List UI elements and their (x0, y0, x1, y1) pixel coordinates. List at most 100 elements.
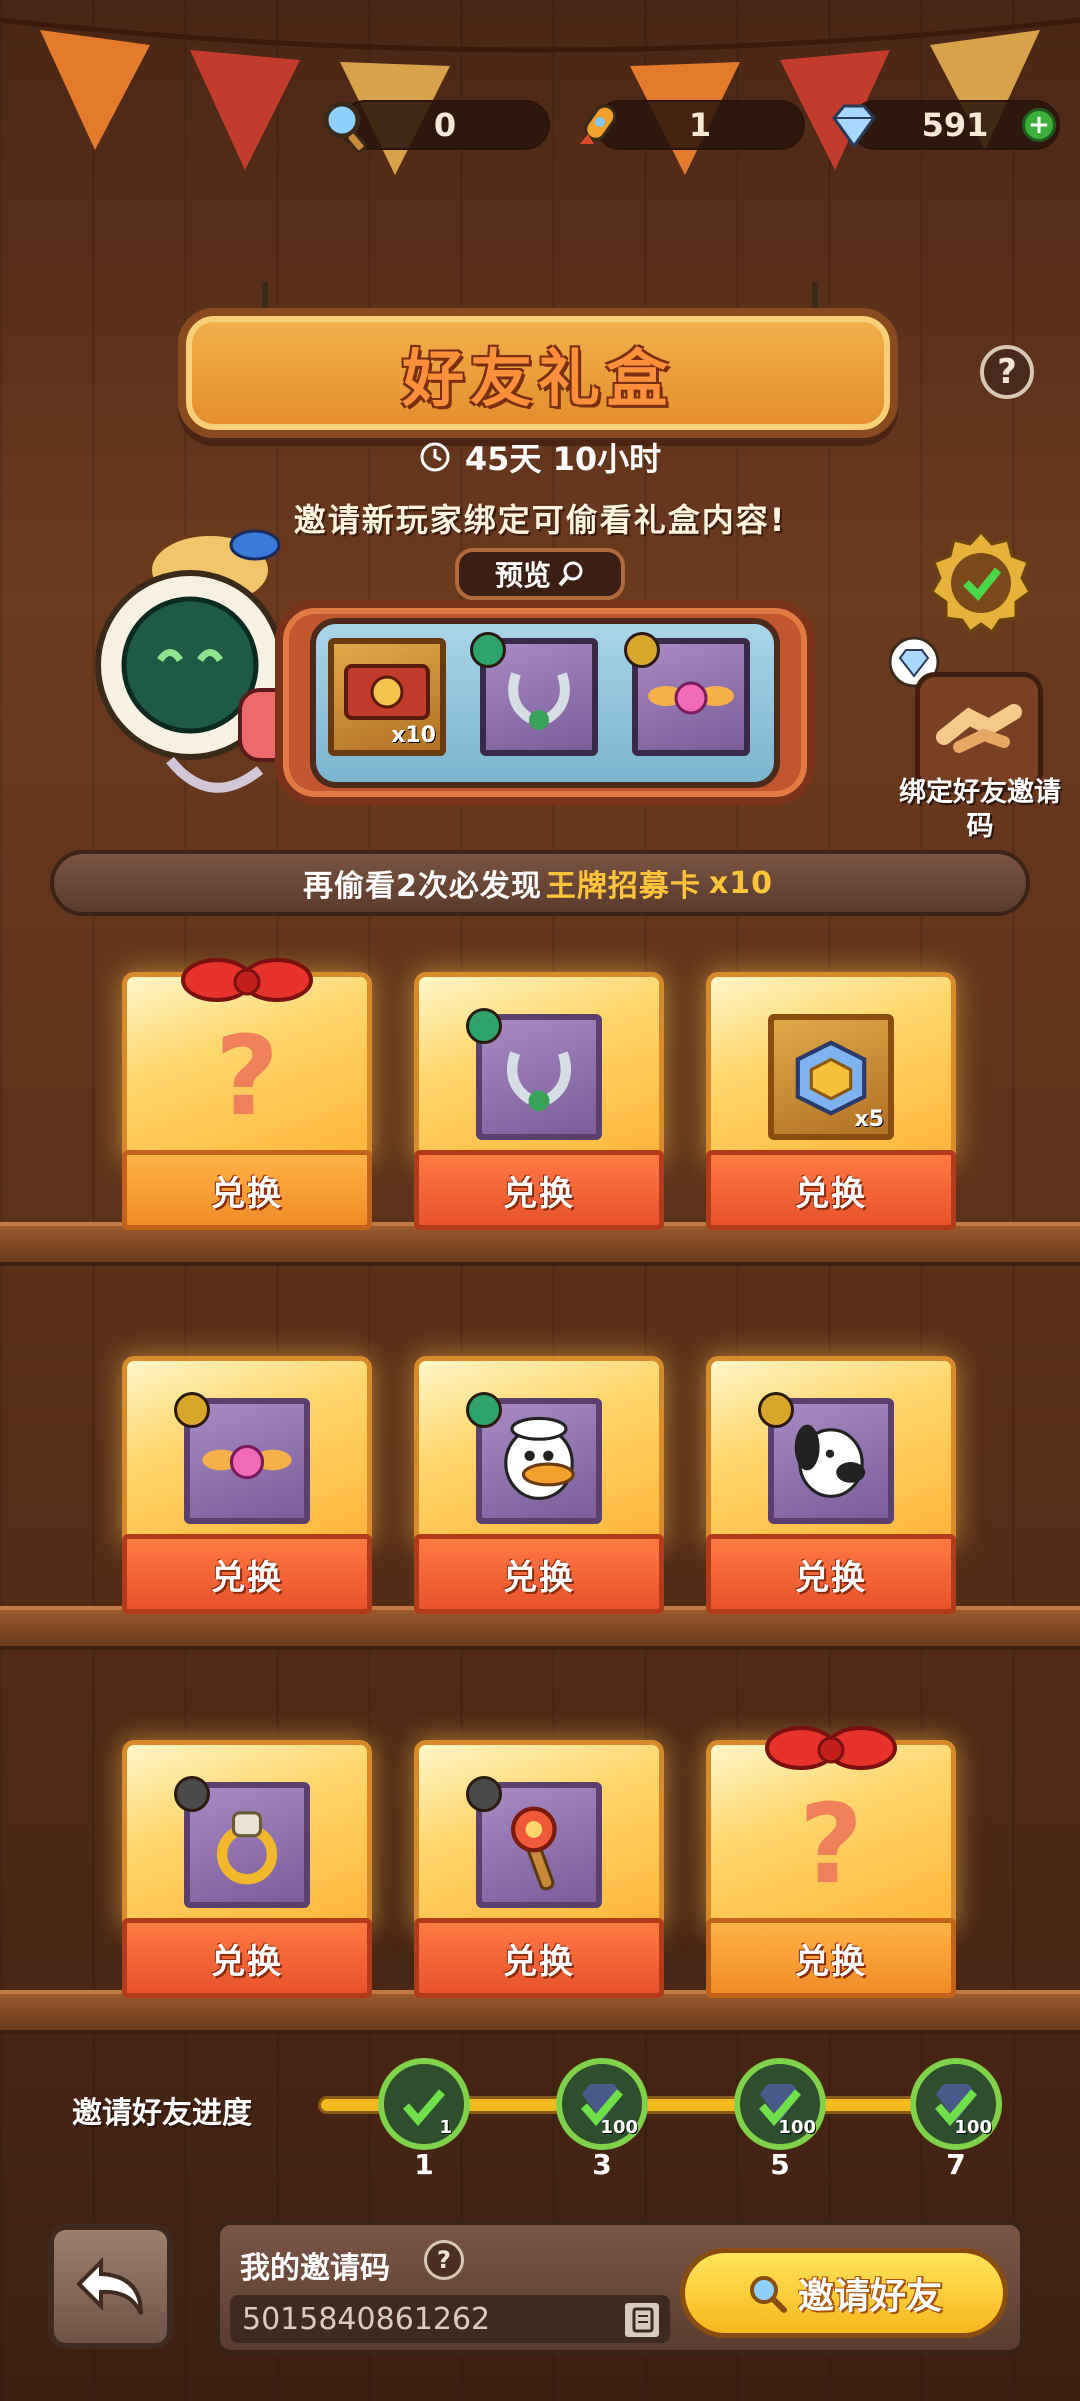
back-arrow-icon (75, 2256, 143, 2315)
currency-rocket-value: 1 (688, 106, 712, 144)
redeem-label: 兑换 (503, 1557, 575, 1598)
milestone-7[interactable]: 100 (910, 2058, 1002, 2150)
redeem-label: 兑换 (795, 1173, 867, 1214)
invite-friend-label: 邀请好友 (797, 2276, 942, 2317)
milestone-qty: 100 (600, 2117, 638, 2138)
gift-box-4[interactable]: 兑换 (122, 1356, 372, 1614)
redeem-label: 兑换 (211, 1173, 283, 1214)
preview-button[interactable]: 预览 (455, 548, 625, 600)
redeem-button[interactable]: 兑换 (122, 1150, 372, 1230)
timer-text: 45天 10小时 (464, 440, 662, 478)
rank-badge-green (466, 1392, 502, 1428)
festive-bunting (0, 17, 1080, 175)
preview-slot-1: x10 (328, 638, 446, 756)
title-plaque: 好友礼盒 (178, 308, 898, 438)
guarantee-prefix: 再偷看2次必发现 (303, 869, 542, 904)
milestone-qty: 1 (439, 2117, 452, 2138)
search-icon (558, 561, 583, 587)
help-button[interactable]: ? (980, 345, 1034, 399)
event-timer: 45天 10小时 (0, 432, 1080, 482)
redeem-button[interactable]: 兑换 (706, 1534, 956, 1614)
redeem-button[interactable]: 兑换 (122, 1534, 372, 1614)
rank-badge-gold (174, 1392, 210, 1428)
invite-code-field[interactable]: 5015840861262 (230, 2295, 670, 2343)
red-bow-icon (181, 958, 313, 1002)
invite-code-help-button[interactable]: ? (424, 2240, 464, 2280)
milestone-5[interactable]: 100 (734, 2058, 826, 2150)
magnifier-icon (323, 101, 367, 154)
handshake-icon (936, 704, 1022, 753)
rank-badge-gray (174, 1776, 210, 1812)
gift-box-2[interactable]: 兑换 (414, 972, 664, 1230)
copy-icon (632, 2307, 654, 2333)
gift-box-1[interactable]: ? 兑换 (122, 958, 372, 1230)
gift-box-6[interactable]: 兑换 (706, 1356, 956, 1614)
copy-code-button[interactable] (622, 2300, 662, 2340)
gift-box-7[interactable]: 兑换 (122, 1740, 372, 1998)
redeem-label: 兑换 (503, 1941, 575, 1982)
milestone-number: 5 (770, 2148, 790, 2181)
item-qty: x5 (854, 1107, 885, 1132)
add-diamond-button[interactable]: + (1022, 108, 1056, 142)
milestone-number: 3 (592, 2148, 612, 2181)
currency-magnifier-value: 0 (433, 106, 457, 144)
redeem-label: 兑换 (503, 1173, 575, 1214)
milestone-number: 1 (414, 2148, 434, 2181)
redeem-button[interactable]: 兑换 (414, 1534, 664, 1614)
redeem-button[interactable]: 兑换 (414, 1150, 664, 1230)
rank-badge-gold (624, 632, 660, 668)
rank-badge-green (470, 632, 506, 668)
redeem-button[interactable]: 兑换 (414, 1918, 664, 1998)
currency-rocket: 1 (595, 100, 805, 150)
gift-box-5[interactable]: 兑换 (414, 1356, 664, 1614)
dog-character-icon (794, 1424, 866, 1498)
rocket-icon (580, 104, 617, 144)
invite-friend-button[interactable]: 邀请好友 (680, 2248, 1008, 2338)
invite-code-label: 我的邀请码 (240, 2251, 390, 2286)
mystery-question-mark: ? (215, 1012, 279, 1140)
redeem-button[interactable]: 兑换 (706, 1150, 956, 1230)
preview-slot-1-qty: x10 (391, 723, 436, 748)
item-card: x5 (768, 1014, 894, 1140)
clock-icon (420, 442, 450, 472)
winged-heart-icon (202, 1444, 292, 1480)
diamond-icon (832, 104, 876, 149)
gift-box-9[interactable]: ? 兑换 (706, 1726, 956, 1998)
redeem-label: 兑换 (795, 1557, 867, 1598)
back-button[interactable] (48, 2224, 173, 2349)
page-title: 好友礼盒 (401, 342, 674, 415)
magic-wand-icon (510, 1806, 557, 1891)
redeem-button[interactable]: 兑换 (122, 1918, 372, 1998)
gold-ring-icon (216, 1811, 278, 1885)
redeem-label: 兑换 (211, 1941, 283, 1982)
currency-diamond-value: 591 (921, 106, 989, 144)
invite-code-value: 5015840861262 (242, 2301, 491, 2337)
ring-item-icon (507, 1051, 571, 1112)
redeem-button[interactable]: 兑换 (706, 1918, 956, 1998)
rank-badge-gray (466, 1776, 502, 1812)
guarantee-suffix: x10 (708, 865, 773, 901)
milestone-qty: 100 (954, 2117, 992, 2138)
duck-character-icon (504, 1416, 575, 1500)
redeem-label: 兑换 (211, 1557, 283, 1598)
search-icon (749, 2276, 787, 2313)
milestone-1[interactable]: 1 (378, 2058, 470, 2150)
guarantee-banner: 再偷看2次必发现 王牌招募卡 x10 (50, 850, 1030, 916)
milestone-qty: 100 (778, 2117, 816, 2138)
invite-progress-label: 邀请好友进度 (72, 2096, 252, 2131)
redeem-label: 兑换 (795, 1941, 867, 1982)
red-bow-icon (765, 1726, 897, 1770)
bind-invite-code-button[interactable] (915, 672, 1043, 792)
ace-recruit-ticket-icon (344, 664, 430, 720)
milestone-3[interactable]: 100 (556, 2058, 648, 2150)
gift-box-8[interactable]: 兑换 (414, 1740, 664, 1998)
preview-label: 预览 (494, 559, 551, 592)
checklist-badge-icon[interactable] (928, 528, 1034, 634)
milestone-number: 7 (946, 2148, 966, 2181)
bind-invite-code-label: 绑定好友邀请码 (899, 777, 1061, 842)
rank-badge-gold (758, 1392, 794, 1428)
milestone-check-icon (402, 2089, 446, 2127)
rank-badge-green (466, 1008, 502, 1044)
gift-box-3[interactable]: x5 兑换 (706, 972, 956, 1230)
guarantee-highlight: 王牌招募卡 (545, 869, 701, 904)
